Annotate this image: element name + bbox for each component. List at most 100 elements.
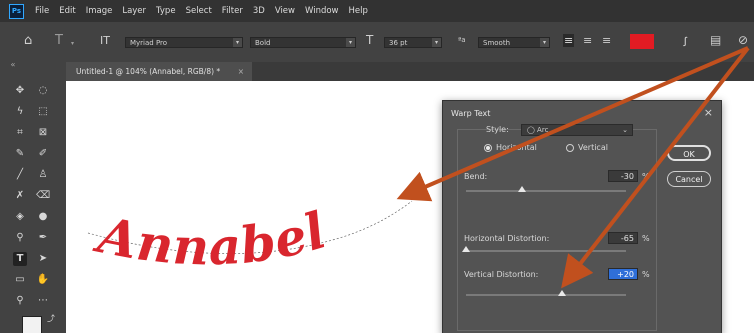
move-tool-icon[interactable]: ✥ bbox=[13, 84, 27, 98]
brush-tool-icon[interactable]: ╱ bbox=[13, 168, 27, 182]
menu-edit[interactable]: Edit bbox=[54, 6, 80, 16]
home-icon[interactable]: ⌂ bbox=[24, 33, 32, 48]
font-style-value: Bold bbox=[255, 39, 271, 47]
document-tab[interactable]: Untitled-1 @ 104% (Annabel, RGB/8) * × bbox=[66, 62, 252, 81]
ok-button[interactable]: OK bbox=[667, 145, 711, 161]
close-tab-icon[interactable]: × bbox=[238, 62, 244, 81]
photoshop-window: Ps File Edit Image Layer Type Select Fil… bbox=[0, 0, 754, 333]
path-select-icon[interactable]: ➤ bbox=[36, 252, 50, 266]
vertical-label: Vertical bbox=[578, 143, 608, 152]
bend-field[interactable]: -30 bbox=[608, 170, 638, 182]
eraser-tool-icon[interactable]: ⌫ bbox=[36, 189, 50, 203]
style-value: ◯ Arc bbox=[527, 126, 549, 134]
style-dropdown[interactable]: ◯ Arc ⌄ bbox=[521, 124, 633, 136]
menu-view[interactable]: View bbox=[270, 6, 300, 16]
font-family-value: Myriad Pro bbox=[130, 39, 168, 47]
frame-tool-icon[interactable]: ⊠ bbox=[36, 126, 50, 140]
dodge-tool-icon[interactable]: ⚲ bbox=[13, 231, 27, 245]
bend-slider-track[interactable] bbox=[466, 190, 626, 192]
ellipse-marquee-icon[interactable]: ◌ bbox=[36, 84, 50, 98]
bend-slider-thumb[interactable] bbox=[518, 186, 526, 192]
font-family-dropdown[interactable]: Myriad Pro ▾ bbox=[125, 37, 243, 48]
horizontal-distortion-thumb[interactable] bbox=[462, 246, 470, 252]
antialias-dropdown[interactable]: Smooth ▾ bbox=[478, 37, 550, 48]
foreground-color-swatch[interactable] bbox=[22, 316, 42, 333]
vertical-distortion-field[interactable]: +20 bbox=[608, 268, 638, 280]
horizontal-distortion-percent: % bbox=[642, 234, 650, 243]
antialias-value: Smooth bbox=[483, 39, 511, 47]
warped-text-layer[interactable]: Annabel bbox=[90, 200, 333, 276]
warp-text-icon[interactable]: ꭍ bbox=[683, 33, 687, 50]
document-tab-title: Untitled-1 @ 104% (Annabel, RGB/8) * bbox=[76, 67, 221, 76]
align-left-icon[interactable]: ≡ bbox=[563, 34, 575, 47]
photoshop-logo: Ps bbox=[9, 3, 24, 19]
vertical-radio[interactable] bbox=[566, 144, 574, 152]
character-panel-icon[interactable]: ▤ bbox=[710, 33, 721, 47]
type-tool-icon[interactable]: T bbox=[13, 252, 27, 266]
rectangle-tool-icon[interactable]: ▭ bbox=[13, 273, 27, 287]
horizontal-radio[interactable] bbox=[484, 144, 492, 152]
menu-select[interactable]: Select bbox=[181, 6, 217, 16]
font-size-dropdown[interactable]: 36 pt ▾ bbox=[384, 37, 442, 48]
history-brush-icon[interactable]: ✗ bbox=[13, 189, 27, 203]
menu-image[interactable]: Image bbox=[81, 6, 118, 16]
text-tool-preset-icon[interactable]: T bbox=[55, 33, 63, 48]
font-size-icon: T bbox=[366, 33, 374, 47]
vertical-distortion-track[interactable] bbox=[466, 294, 626, 296]
bend-label: Bend: bbox=[464, 172, 488, 181]
chevron-down-icon: ⌄ bbox=[622, 126, 628, 134]
hand-tool-icon[interactable]: ✋ bbox=[36, 273, 50, 287]
menu-help[interactable]: Help bbox=[344, 6, 373, 16]
align-right-icon[interactable]: ≡ bbox=[602, 34, 611, 47]
menu-filter[interactable]: Filter bbox=[217, 6, 248, 16]
crop-tool-icon[interactable]: ⌗ bbox=[13, 126, 27, 140]
horizontal-distortion-track[interactable] bbox=[466, 250, 626, 252]
chevron-down-icon: ▾ bbox=[233, 38, 242, 47]
chevron-down-icon: ▾ bbox=[540, 38, 549, 47]
blur-tool-icon[interactable]: ● bbox=[36, 210, 50, 224]
text-color-swatch[interactable] bbox=[630, 34, 654, 49]
antialias-icon: ªa bbox=[458, 36, 466, 44]
cancel-button[interactable]: Cancel bbox=[667, 171, 711, 187]
zoom-tool-icon[interactable]: ⚲ bbox=[13, 294, 27, 308]
vertical-distortion-percent: % bbox=[642, 270, 650, 279]
vertical-distortion-label: Vertical Distortion: bbox=[464, 270, 539, 279]
toggle-orientation-icon[interactable]: IT bbox=[100, 34, 110, 47]
cancel-edit-icon[interactable]: ⊘ bbox=[738, 33, 748, 47]
menu-3d[interactable]: 3D bbox=[248, 6, 270, 16]
paint-bucket-icon[interactable]: ◈ bbox=[13, 210, 27, 224]
horizontal-label: Horizontal bbox=[496, 143, 537, 152]
vertical-distortion-thumb[interactable] bbox=[558, 290, 566, 296]
chevron-down-icon: ▾ bbox=[432, 38, 441, 47]
object-select-icon[interactable]: ⬚ bbox=[36, 105, 50, 119]
warp-settings-group: Style: ◯ Arc ⌄ Horizontal Vertical Bend:… bbox=[457, 124, 657, 331]
more-tools-icon[interactable]: ⋯ bbox=[36, 294, 50, 308]
healing-brush-icon[interactable]: ✐ bbox=[36, 147, 50, 161]
font-size-value: 36 pt bbox=[389, 39, 408, 47]
warp-text-dialog: Warp Text × Style: ◯ Arc ⌄ Horizontal Ve… bbox=[442, 100, 722, 333]
clone-stamp-icon[interactable]: ♙ bbox=[36, 168, 50, 182]
style-label: Style: bbox=[486, 125, 509, 134]
document-tabs: Untitled-1 @ 104% (Annabel, RGB/8) * × bbox=[66, 62, 754, 81]
chevron-down-icon: ▾ bbox=[346, 38, 355, 47]
align-center-icon[interactable]: ≡ bbox=[583, 34, 592, 47]
options-bar: ⌂ T ▾ IT Myriad Pro ▾ Bold ▾ T 36 pt ▾ ª… bbox=[0, 22, 754, 63]
lasso-tool-icon[interactable]: ϟ bbox=[13, 105, 27, 119]
menu-type[interactable]: Type bbox=[151, 6, 181, 16]
horizontal-distortion-label: Horizontal Distortion: bbox=[464, 234, 550, 243]
preset-chevron-icon[interactable]: ▾ bbox=[71, 40, 74, 47]
font-style-dropdown[interactable]: Bold ▾ bbox=[250, 37, 356, 48]
eyedropper-icon[interactable]: ✎ bbox=[13, 147, 27, 161]
bend-percent: % bbox=[642, 172, 650, 181]
close-icon[interactable]: × bbox=[704, 106, 713, 119]
horizontal-distortion-field[interactable]: -65 bbox=[608, 232, 638, 244]
menu-window[interactable]: Window bbox=[300, 6, 344, 16]
pen-tool-icon[interactable]: ✒ bbox=[36, 231, 50, 245]
dialog-title: Warp Text bbox=[451, 109, 491, 118]
menu-bar: Ps File Edit Image Layer Type Select Fil… bbox=[0, 0, 754, 22]
swap-colors-icon[interactable]: ⤴ bbox=[44, 312, 58, 326]
collapse-toolbar-icon[interactable]: « bbox=[6, 58, 20, 72]
menu-layer[interactable]: Layer bbox=[117, 6, 151, 16]
tools-panel: « ✥ ◌ ϟ ⬚ ⌗ ⊠ ✎ ✐ ╱ ♙ ✗ ⌫ ◈ ● ⚲ ✒ T ➤ ▭ … bbox=[0, 60, 67, 333]
menu-file[interactable]: File bbox=[30, 6, 54, 16]
